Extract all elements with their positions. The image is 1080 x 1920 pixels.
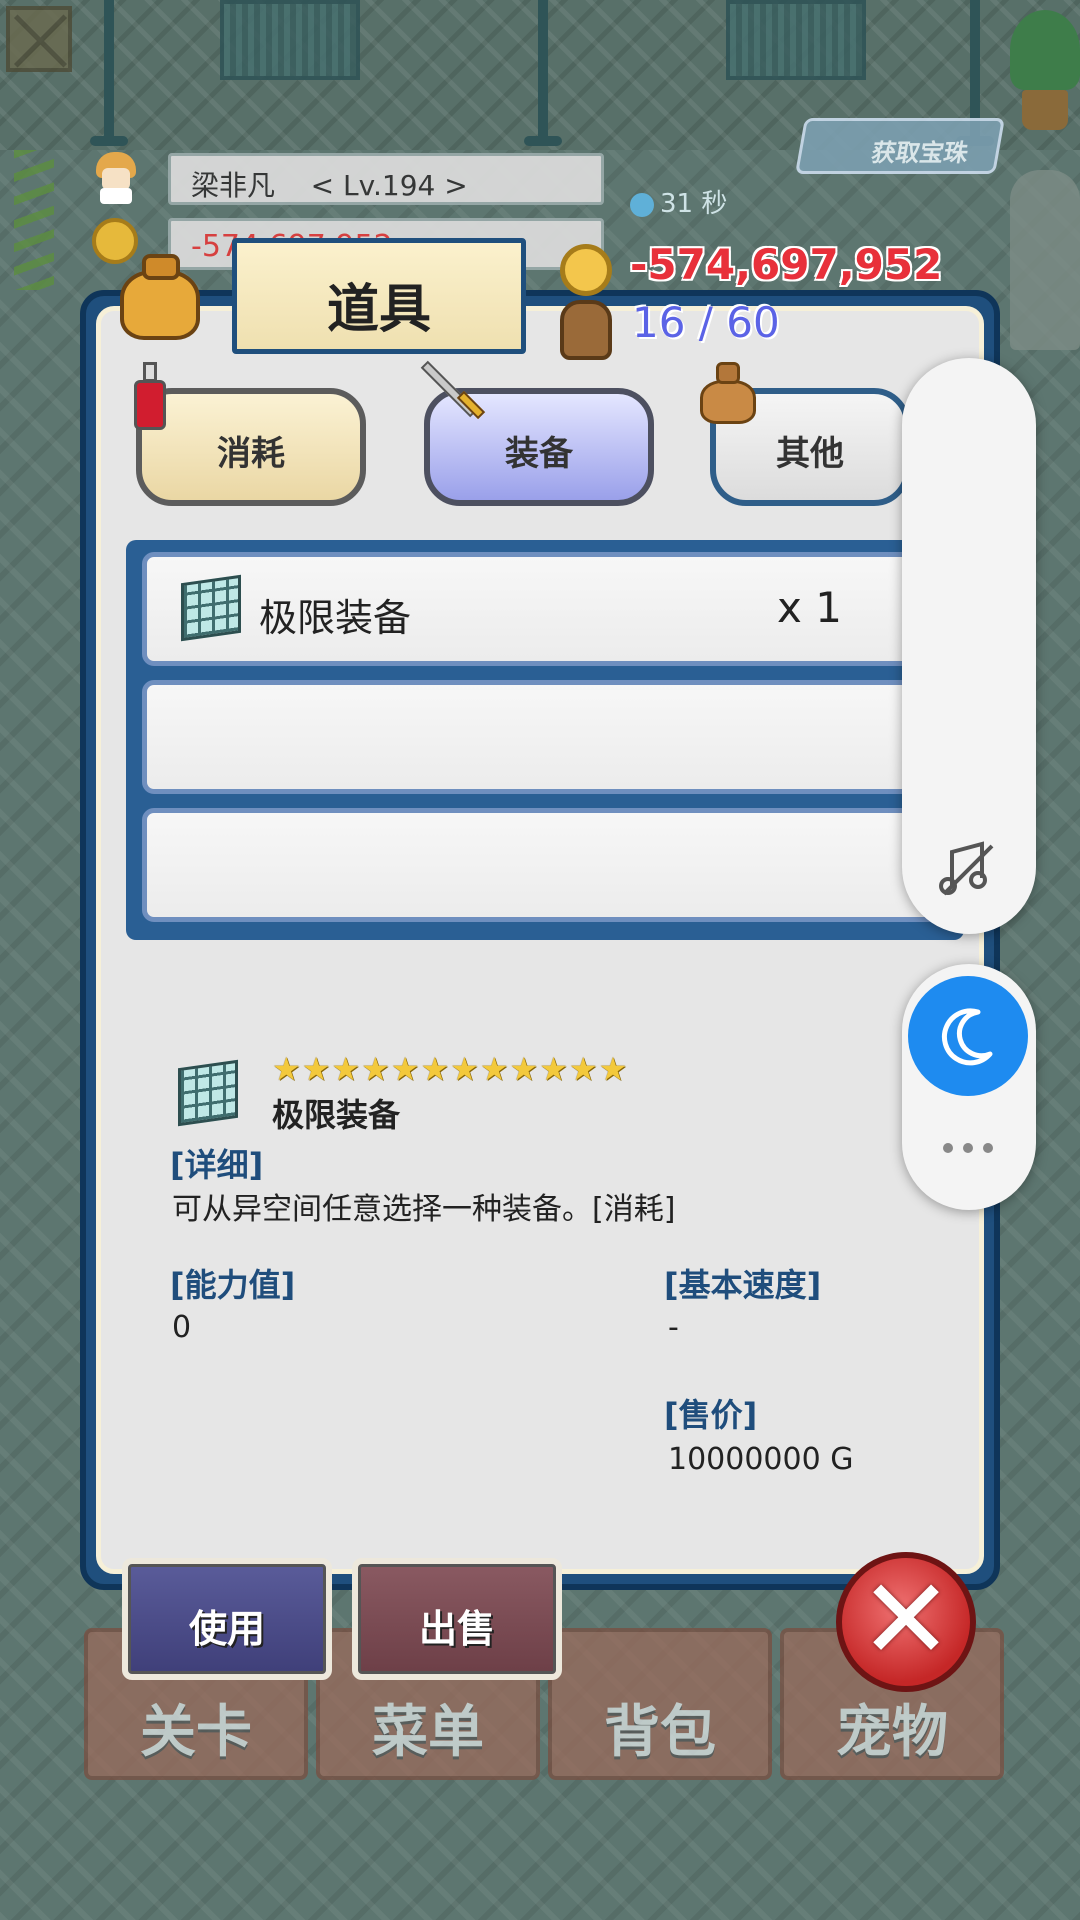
timer-text: 31 秒 [660,189,728,219]
price-value: 10000000 G [668,1442,854,1477]
bench-decoration [220,0,360,80]
panel-title-tab: 道具 [232,238,526,354]
list-item-empty[interactable] [142,808,952,922]
star-rating: ★★★★★★★★★★★★ [272,1050,629,1088]
tab-consume-label: 消耗 [217,434,285,474]
nav-backpack[interactable]: 背包 [548,1628,772,1780]
bench-decoration [726,0,866,80]
timer: 31 秒 [630,183,727,220]
player-level: < Lv.194 > [310,169,468,202]
backpack-icon [560,300,612,360]
sack-icon [700,362,756,428]
get-gem-label: 获取宝珠 [869,139,971,167]
close-button[interactable]: ✕ [836,1552,976,1692]
player-avatar [92,152,140,204]
panel-title: 道具 [326,280,431,340]
list-item-empty[interactable] [142,680,952,794]
list-item[interactable]: 极限装备 x 1 [142,552,952,666]
tab-equip-label: 装备 [505,434,573,474]
item-name: 极限装备 [259,596,412,640]
coin-icon [560,244,612,296]
speed-value: - [668,1310,679,1345]
player-name: 梁非凡 [191,169,276,202]
nav-menu-label: 菜单 [372,1700,484,1765]
cube-icon [178,1059,238,1127]
cube-icon [181,574,241,642]
player-name-bar: 梁非凡 < Lv.194 > [168,153,604,205]
tab-other-label: 其他 [776,434,844,474]
ability-value: 0 [172,1310,192,1345]
detail-item-name: 极限装备 [272,1096,401,1134]
money-amount: -574,697,952 [630,240,943,289]
item-count: x 1 [777,583,842,632]
potion-icon [134,362,166,432]
get-gem-button[interactable]: 获取宝珠 [795,118,1005,174]
music-off-icon[interactable] [936,838,1002,898]
statue-decoration [1010,170,1080,350]
crate-decoration [6,6,72,72]
nav-pet-label: 宠物 [836,1700,948,1765]
moon-icon[interactable] [908,976,1028,1096]
speed-label: [基本速度] [664,1266,822,1304]
vine-decoration [14,150,54,290]
detail-description: 可从异空间任意选择一种装备。[消耗] [172,1192,676,1227]
lamp-post [90,0,128,146]
detail-label: [详细] [170,1146,264,1184]
ability-label: [能力值] [170,1266,296,1304]
bag-icon [114,250,206,342]
more-icon[interactable] [930,1128,1006,1168]
timer-icon [630,192,654,217]
nav-backpack-label: 背包 [604,1700,716,1765]
inventory-capacity: 16 / 60 [632,298,780,347]
lamp-post [524,0,562,146]
sword-icon [410,360,490,440]
nav-stage-label: 关卡 [140,1700,252,1765]
plant-decoration [1010,10,1080,130]
use-button[interactable]: 使用 [122,1558,332,1680]
close-icon: ✕ [859,1555,953,1685]
sell-button[interactable]: 出售 [352,1558,562,1680]
price-label: [售价] [664,1396,758,1434]
tab-consume[interactable]: 消耗 [136,388,366,506]
